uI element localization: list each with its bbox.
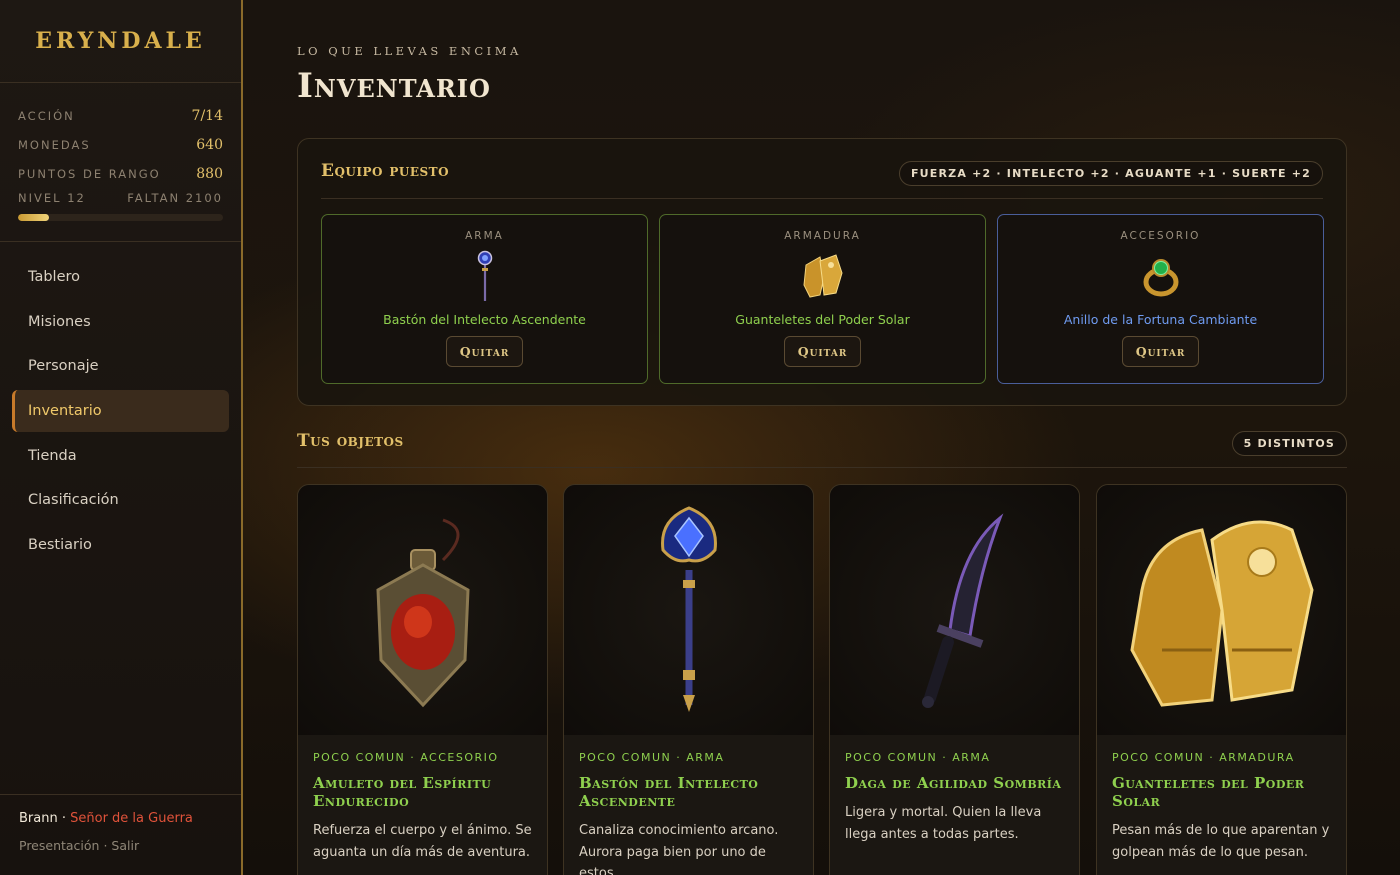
staff-icon xyxy=(564,485,813,735)
staff-icon xyxy=(322,248,647,304)
player-stats: ACCIÓN 7/14 MONEDAS 640 PUNTOS DE RANGO … xyxy=(0,83,241,242)
unequip-accessory-button[interactable]: Quitar xyxy=(1121,336,1200,367)
brand-logo[interactable]: ERYNDALE xyxy=(0,0,241,83)
stat-coins: MONEDAS 640 xyxy=(18,130,223,159)
slot-category: ARMADURA xyxy=(784,230,861,242)
user-name: Brann xyxy=(19,811,58,826)
card-body: POCO COMUN · ACCESORIO Amuleto del Espír… xyxy=(298,735,547,863)
slot-item-name[interactable]: Bastón del Intelecto Ascendente xyxy=(322,312,647,327)
separator: · xyxy=(99,838,112,853)
divider xyxy=(321,198,1323,199)
item-description: Canaliza conocimiento arcano. Aurora pag… xyxy=(579,823,779,875)
equip-slot-weapon: ARMA Bastón del Intelecto Ascendente Qui… xyxy=(321,214,648,384)
ring-icon xyxy=(998,248,1323,304)
item-name: Amuleto del Espíritu Endurecido xyxy=(313,774,492,810)
stat-value: 880 xyxy=(196,165,223,182)
nav-item-inventario[interactable]: Inventario xyxy=(12,390,229,433)
items-count-badge: 5 DISTINTOS xyxy=(1231,431,1347,456)
card-body: POCO COMUN · ARMA Bastón del Intelecto A… xyxy=(564,735,813,875)
item-card[interactable]: POCO COMUN · ARMA Bastón del Intelecto A… xyxy=(563,484,814,875)
gauntlets-icon xyxy=(660,248,985,304)
stat-bonus-badge: FUERZA +2 · INTELECTO +2 · AGUANTE +1 · … xyxy=(898,161,1323,186)
item-card[interactable]: POCO COMUN · ARMA Daga de Agilidad Sombr… xyxy=(829,484,1080,875)
divider xyxy=(297,467,1347,468)
main-nav: Tablero Misiones Personaje Inventario Ti… xyxy=(0,242,241,566)
nav-item-bestiario[interactable]: Bestiario xyxy=(12,524,229,566)
item-description: Pesan más de lo que aparentan y golpean … xyxy=(1112,823,1330,860)
stat-label: ACCIÓN xyxy=(18,108,75,123)
item-description: Ligera y mortal. Quien la lleva llega an… xyxy=(845,805,1042,842)
nav-item-personaje[interactable]: Personaje xyxy=(12,345,229,387)
user-info: Brann · Señor de la Guerra xyxy=(19,811,222,826)
item-meta: POCO COMUN · ARMA xyxy=(845,751,991,764)
level-label: NIVEL 12 xyxy=(18,191,86,205)
logout-link[interactable]: Salir xyxy=(111,838,139,853)
page-eyebrow: LO QUE LLEVAS ENCIMA xyxy=(297,44,522,58)
xp-progress-bar xyxy=(18,214,223,221)
stat-rank-points: PUNTOS DE RANGO 880 xyxy=(18,159,223,188)
amulet-icon xyxy=(298,485,547,735)
nav-item-clasificacion[interactable]: Clasificación xyxy=(12,479,229,521)
stat-value: 7/14 xyxy=(191,107,223,124)
level-row: NIVEL 12 FALTAN 2100 xyxy=(18,188,223,208)
dagger-icon xyxy=(830,485,1079,735)
separator: · xyxy=(57,811,71,826)
main-content: LO QUE LLEVAS ENCIMA Inventario Equipo p… xyxy=(243,0,1400,875)
equip-slot-accessory: ACCESORIO Anillo de la Fortuna Cambiante… xyxy=(997,214,1324,384)
item-name: Guanteletes del Poder Solar xyxy=(1112,774,1305,810)
stat-label: MONEDAS xyxy=(18,137,91,152)
nav-item-tablero[interactable]: Tablero xyxy=(12,256,229,298)
slot-item-name[interactable]: Guanteletes del Poder Solar xyxy=(660,312,985,327)
unequip-weapon-button[interactable]: Quitar xyxy=(445,336,524,367)
equip-slot-armor: ARMADURA Guanteletes del Poder Solar Qui… xyxy=(659,214,986,384)
card-body: POCO COMUN · ARMA Daga de Agilidad Sombr… xyxy=(830,735,1079,845)
stat-action: ACCIÓN 7/14 xyxy=(18,101,223,130)
stat-label: PUNTOS DE RANGO xyxy=(18,166,161,181)
item-meta: POCO COMUN · ACCESORIO xyxy=(313,751,499,764)
item-meta: POCO COMUN · ARMADURA xyxy=(1112,751,1295,764)
unequip-armor-button[interactable]: Quitar xyxy=(783,336,862,367)
items-section-title: Tus objetos xyxy=(297,431,404,451)
equipped-title: Equipo puesto xyxy=(321,161,450,181)
page-title: Inventario xyxy=(297,66,491,106)
card-body: POCO COMUN · ARMADURA Guanteletes del Po… xyxy=(1097,735,1346,863)
sidebar-footer: Brann · Señor de la Guerra Presentación … xyxy=(0,794,241,875)
slot-item-name[interactable]: Anillo de la Fortuna Cambiante xyxy=(998,312,1323,327)
footer-links: Presentación · Salir xyxy=(19,838,222,853)
nav-item-tienda[interactable]: Tienda xyxy=(12,435,229,477)
sidebar: ERYNDALE ACCIÓN 7/14 MONEDAS 640 PUNTOS … xyxy=(0,0,243,875)
user-role: Señor de la Guerra xyxy=(70,811,193,826)
item-name: Daga de Agilidad Sombría xyxy=(845,774,1062,792)
item-card[interactable]: POCO COMUN · ARMADURA Guanteletes del Po… xyxy=(1096,484,1347,875)
slot-category: ARMA xyxy=(465,230,504,242)
nav-item-misiones[interactable]: Misiones xyxy=(12,301,229,343)
stat-value: 640 xyxy=(196,136,223,153)
slot-category: ACCESORIO xyxy=(1120,230,1201,242)
item-card[interactable]: POCO COMUN · ACCESORIO Amuleto del Espír… xyxy=(297,484,548,875)
xp-progress-fill xyxy=(18,214,49,221)
item-description: Refuerza el cuerpo y el ánimo. Se aguant… xyxy=(313,823,532,860)
level-remaining: FALTAN 2100 xyxy=(127,191,223,205)
equipped-panel: Equipo puesto FUERZA +2 · INTELECTO +2 ·… xyxy=(297,138,1347,406)
item-name: Bastón del Intelecto Ascendente xyxy=(579,774,759,810)
presentation-link[interactable]: Presentación xyxy=(19,838,99,853)
gauntlets-icon xyxy=(1097,485,1346,735)
item-meta: POCO COMUN · ARMA xyxy=(579,751,725,764)
